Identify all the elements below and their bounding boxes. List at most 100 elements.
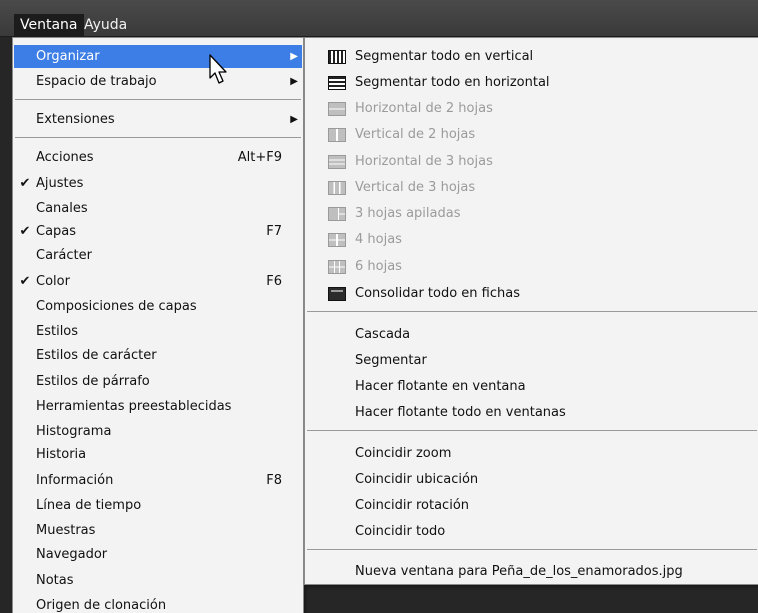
two-up-vertical-icon [328, 128, 346, 142]
horizontal-tile-icon [328, 76, 346, 90]
submenu-item-consolidar-fichas[interactable]: Consolidar todo en fichas [306, 281, 758, 307]
submenu-item-horizontal-2[interactable]: Horizontal de 2 hojas [306, 96, 758, 122]
submenu-arrow-icon: ▶ [290, 114, 298, 125]
four-up-icon [328, 233, 346, 247]
menu-item-informacion[interactable]: Información F8 [14, 469, 302, 492]
submenu-item-label: Horizontal de 2 hojas [355, 101, 493, 116]
submenu-item-flotante-todo[interactable]: Hacer flotante todo en ventanas [306, 400, 758, 426]
submenu-item-flotante-ventana[interactable]: Hacer flotante en ventana [306, 374, 758, 400]
menu-item-canales[interactable]: Canales [14, 197, 302, 220]
menu-separator [307, 311, 757, 312]
submenu-item-horizontal-3[interactable]: Horizontal de 3 hojas [306, 149, 758, 175]
submenu-arrow-icon: ▶ [290, 51, 298, 62]
submenu-item-segmentar-horizontal[interactable]: Segmentar todo en horizontal [306, 70, 758, 96]
submenu-item-label: Coincidir rotación [355, 498, 470, 513]
menu-item-organizar[interactable]: Organizar ▶ [14, 45, 302, 68]
menu-separator [307, 549, 757, 550]
submenu-item-label: Segmentar todo en horizontal [355, 75, 550, 90]
menu-item-extensiones[interactable]: Extensiones ▶ [14, 108, 302, 131]
menu-item-muestras[interactable]: Muestras [14, 519, 302, 542]
submenu-item-label: Vertical de 2 hojas [355, 127, 476, 142]
menu-item-histograma[interactable]: Histograma [14, 420, 302, 443]
checkmark-icon: ✔ [19, 274, 31, 289]
menu-item-label: Línea de tiempo [36, 498, 142, 513]
submenu-item-coincidir-rotacion[interactable]: Coincidir rotación [306, 493, 758, 519]
menu-item-label: Estilos de carácter [36, 348, 157, 363]
menu-ventana[interactable]: Ventana [14, 14, 84, 37]
menu-item-linea-de-tiempo[interactable]: Línea de tiempo [14, 494, 302, 517]
checkmark-icon: ✔ [19, 224, 31, 239]
menu-item-label: Información [36, 473, 114, 488]
shortcut-label: Alt+F9 [237, 150, 282, 165]
submenu-item-label: 3 hojas apiladas [355, 206, 461, 221]
menu-item-estilos-de-caracter[interactable]: Estilos de carácter [14, 344, 302, 367]
submenu-item-coincidir-ubicacion[interactable]: Coincidir ubicación [306, 467, 758, 493]
menu-item-label: Extensiones [36, 112, 115, 127]
menu-item-notas[interactable]: Notas [14, 569, 302, 592]
consolidate-tabs-icon [328, 287, 346, 301]
submenu-item-nueva-ventana[interactable]: Nueva ventana para Peña_de_los_enamorado… [306, 559, 758, 585]
submenu-item-label: Cascada [355, 327, 411, 342]
submenu-item-vertical-3[interactable]: Vertical de 3 hojas [306, 175, 758, 201]
menu-item-label: Estilos de párrafo [36, 374, 150, 389]
submenu-item-segmentar[interactable]: Segmentar [306, 348, 758, 374]
menu-item-label: Historia [36, 447, 87, 462]
vertical-tile-icon [328, 50, 346, 64]
submenu-item-4-hojas[interactable]: 4 hojas [306, 227, 758, 253]
submenu-item-label: Segmentar [355, 353, 427, 368]
menu-item-estilos-de-parrafo[interactable]: Estilos de párrafo [14, 370, 302, 393]
submenu-item-label: 6 hojas [355, 259, 402, 274]
menu-item-label: Ajustes [36, 176, 84, 191]
submenu-item-coincidir-todo[interactable]: Coincidir todo [306, 519, 758, 545]
menu-item-label: Capas [36, 224, 77, 239]
menu-item-label: Organizar [36, 49, 100, 64]
submenu-item-label: Hacer flotante en ventana [355, 379, 526, 394]
menu-item-label: Muestras [36, 523, 96, 538]
menu-ayuda[interactable]: Ayuda [78, 14, 133, 37]
checkmark-icon: ✔ [19, 176, 31, 191]
three-up-stacked-icon [328, 207, 346, 221]
three-up-horizontal-icon [328, 155, 346, 169]
menu-item-label: Carácter [36, 248, 92, 263]
submenu-item-label: Hacer flotante todo en ventanas [355, 405, 566, 420]
submenu-item-segmentar-vertical[interactable]: Segmentar todo en vertical [306, 44, 758, 70]
submenu-item-label: Coincidir ubicación [355, 472, 479, 487]
menu-item-label: Herramientas preestablecidas [36, 399, 232, 414]
shortcut-label: F7 [266, 224, 282, 239]
menu-item-label: Composiciones de capas [36, 299, 197, 314]
menu-item-label: Acciones [36, 150, 94, 165]
menu-separator [15, 99, 301, 100]
menu-item-historia[interactable]: Historia [14, 443, 302, 466]
menu-item-caracter[interactable]: Carácter [14, 244, 302, 267]
submenu-item-coincidir-zoom[interactable]: Coincidir zoom [306, 441, 758, 467]
submenu-arrow-icon: ▶ [290, 76, 298, 87]
menu-item-estilos[interactable]: Estilos [14, 320, 302, 343]
submenu-item-3-apiladas[interactable]: 3 hojas apiladas [306, 201, 758, 227]
mouse-pointer-icon [209, 54, 227, 84]
submenu-item-label: Coincidir zoom [355, 446, 452, 461]
menu-item-origen-de-clonacion[interactable]: Origen de clonación [14, 594, 302, 613]
submenu-item-label: Segmentar todo en vertical [355, 49, 534, 64]
submenu-item-label: Coincidir todo [355, 524, 446, 539]
menu-item-composiciones-de-capas[interactable]: Composiciones de capas [14, 295, 302, 318]
submenu-item-vertical-2[interactable]: Vertical de 2 hojas [306, 122, 758, 148]
menu-item-acciones[interactable]: Acciones Alt+F9 [14, 146, 302, 169]
menu-item-color[interactable]: ✔ Color F6 [14, 270, 302, 293]
window-menu: Organizar ▶ Espacio de trabajo ▶ Extensi… [12, 37, 304, 613]
menu-item-espacio-de-trabajo[interactable]: Espacio de trabajo ▶ [14, 70, 302, 93]
submenu-item-cascada[interactable]: Cascada [306, 322, 758, 348]
submenu-item-6-hojas[interactable]: 6 hojas [306, 254, 758, 280]
menu-item-label: Navegador [36, 547, 108, 562]
menu-separator [15, 137, 301, 138]
menu-item-herramientas-preestablecidas[interactable]: Herramientas preestablecidas [14, 395, 302, 418]
three-up-vertical-icon [328, 181, 346, 195]
menu-item-ajustes[interactable]: ✔ Ajustes [14, 172, 302, 195]
menu-item-navegador[interactable]: Navegador [14, 543, 302, 566]
shortcut-label: F8 [266, 473, 282, 488]
menu-separator [307, 430, 757, 431]
menu-bar: Ventana Ayuda [0, 0, 758, 37]
menu-item-capas[interactable]: ✔ Capas F7 [14, 220, 302, 243]
menu-item-label: Origen de clonación [36, 598, 167, 613]
menu-item-label: Histograma [36, 424, 112, 439]
submenu-item-label: 4 hojas [355, 232, 402, 247]
